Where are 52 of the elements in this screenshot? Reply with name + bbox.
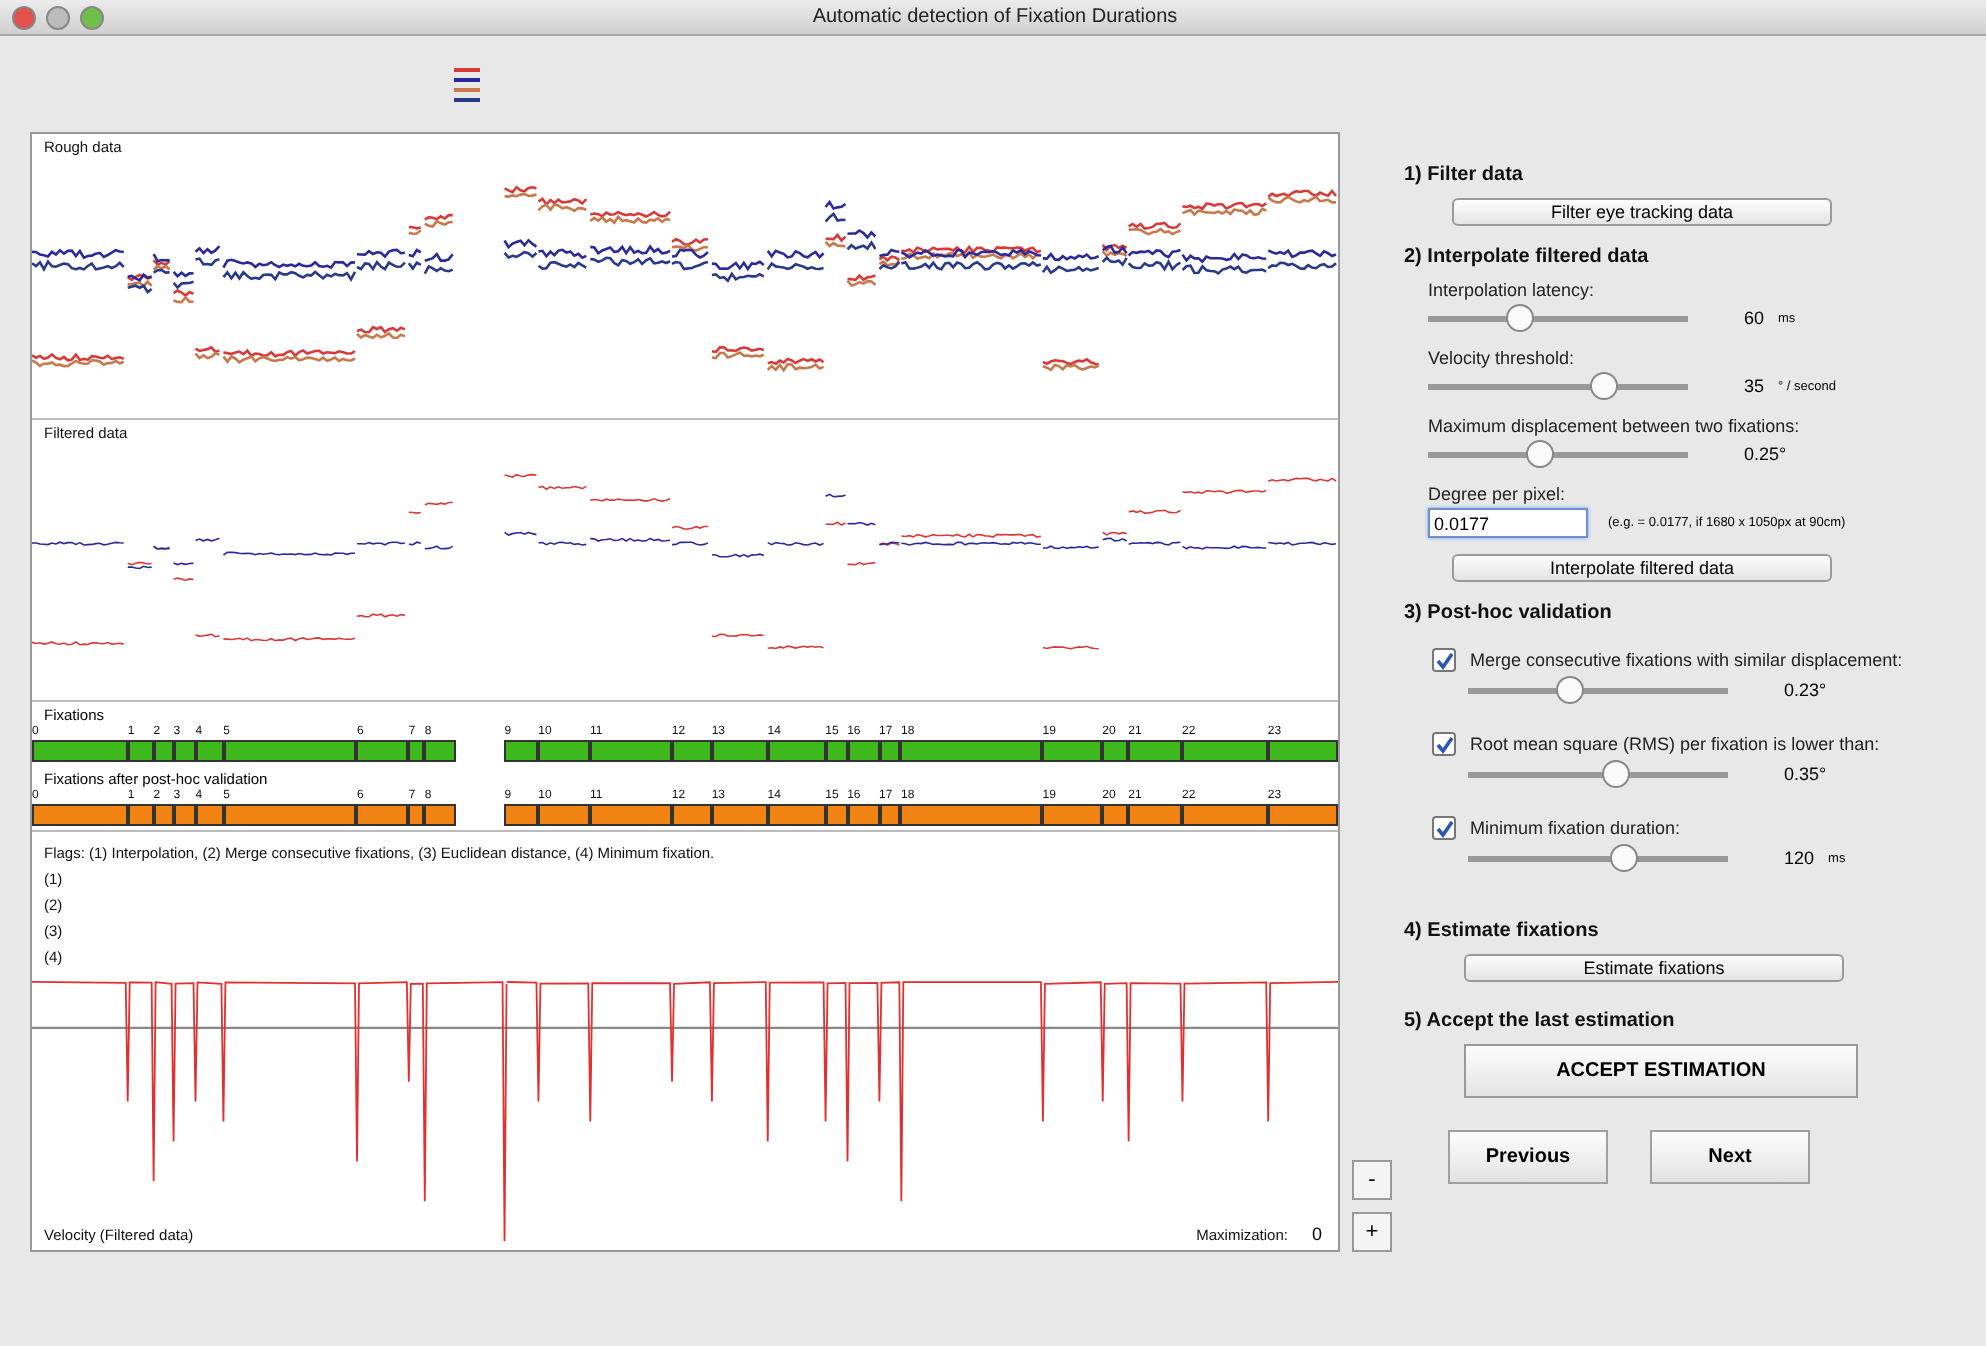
slider-thumb[interactable] <box>1610 844 1638 872</box>
zoom-button[interactable]: - <box>1352 1160 1392 1200</box>
fixation-bar <box>711 740 768 763</box>
section-title: 4) Estimate fixations <box>1404 920 1601 942</box>
slider-value: 0.35° <box>1784 764 1827 784</box>
nav-button[interactable]: Next <box>1650 1130 1810 1184</box>
slider-thumb[interactable] <box>1555 676 1584 704</box>
field-label: Degree per pixel: <box>1428 484 1568 504</box>
slider-value: 0.25° <box>1744 444 1787 464</box>
fixation-bar <box>1267 740 1338 763</box>
section-title: 2) Interpolate filtered data <box>1404 246 1651 268</box>
fixation-bar <box>711 804 768 827</box>
slider-label: Maximum displacement between two fixations: <box>1428 416 1802 436</box>
window-minimize-button[interactable] <box>46 5 70 29</box>
section-title: 3) Post-hoc validation <box>1404 602 1614 624</box>
slider-thumb[interactable] <box>1590 372 1619 400</box>
slider-value: 60 <box>1744 308 1765 328</box>
check-icon <box>1435 735 1453 753</box>
slider-thumb[interactable] <box>1525 440 1554 468</box>
fixation-bar <box>153 740 174 763</box>
fixation-bar <box>153 804 174 827</box>
check-icon <box>1435 819 1453 837</box>
checkbox[interactable] <box>1432 648 1456 672</box>
nav-button[interactable]: Previous <box>1448 1130 1608 1184</box>
check-icon <box>1435 651 1453 669</box>
fixation-bar <box>173 740 196 763</box>
interpolate-button[interactable]: Interpolate filtered data <box>1452 554 1832 582</box>
checkbox-label: Root mean square (RMS) per fixation is lower than: <box>1470 734 1880 754</box>
slider-label: Velocity threshold: <box>1428 348 1577 368</box>
section-title: 5) Accept the last estimation <box>1404 1010 1677 1032</box>
fixation-bar <box>1267 804 1338 827</box>
slider-label: Interpolation latency: <box>1428 280 1597 300</box>
checkbox-label: Minimum fixation duration: <box>1470 818 1681 838</box>
checkbox-label: Merge consecutive fixations with similar displacement: <box>1470 650 1903 670</box>
estimate-button[interactable]: Estimate fixations <box>1464 954 1844 982</box>
section-title: 1) Filter data <box>1404 164 1525 186</box>
accept-button[interactable]: ACCEPT ESTIMATION <box>1464 1044 1858 1098</box>
filter-button[interactable]: Filter eye tracking data <box>1452 198 1832 226</box>
slider-value: 35 <box>1744 376 1765 396</box>
degree-field[interactable]: 0.0177 <box>1428 508 1588 538</box>
checkbox[interactable] <box>1432 816 1456 840</box>
window-zoom-button[interactable] <box>80 5 104 29</box>
slider-value: 120 <box>1784 848 1815 868</box>
window-title: Automatic detection of Fixation Durations <box>812 6 1180 28</box>
window-close-button[interactable] <box>12 5 36 29</box>
slider-thumb[interactable] <box>1602 760 1631 788</box>
fixation-bar <box>173 804 196 827</box>
slider-value: 0.23° <box>1784 680 1827 700</box>
zoom-button[interactable]: + <box>1352 1212 1392 1252</box>
checkbox[interactable] <box>1432 732 1456 756</box>
maximization-value: 0 <box>1311 1224 1322 1244</box>
slider-thumb[interactable] <box>1505 304 1533 332</box>
